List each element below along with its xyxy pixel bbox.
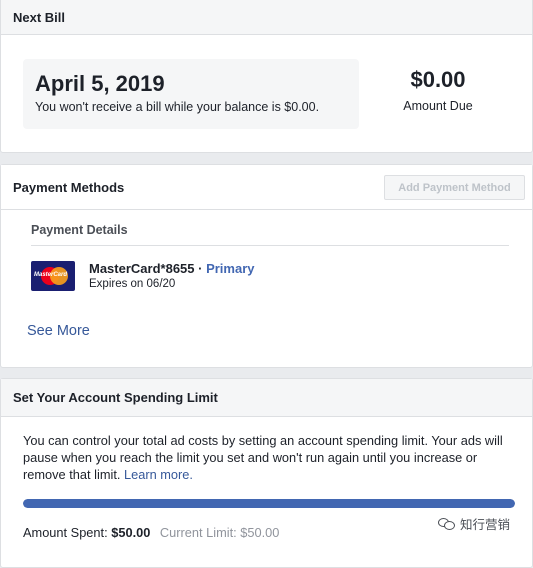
spending-limit-description: You can control your total ad costs by s… <box>23 432 513 483</box>
next-bill-card: Next Bill April 5, 2019 You won't receiv… <box>0 0 533 153</box>
card-name: MasterCard*8655 <box>89 261 195 276</box>
spending-progress-fill <box>23 499 515 508</box>
learn-more-link[interactable]: Learn more. <box>124 467 193 482</box>
payment-methods-card: Payment Methods Add Payment Method Payme… <box>0 164 533 368</box>
bill-note: You won't receive a bill while your bala… <box>35 100 320 114</box>
amount-spent-line: Amount Spent: $50.00 Current Limit: $50.… <box>23 525 279 540</box>
payment-details-title: Payment Details <box>31 223 128 237</box>
card-expiry: Expires on 06/20 <box>89 278 176 290</box>
next-bill-title: Next Bill <box>1 0 532 35</box>
mastercard-logo-text: MasterCard <box>34 272 68 278</box>
divider <box>31 245 509 246</box>
see-more-link[interactable]: See More <box>27 323 90 339</box>
bill-date: April 5, 2019 <box>35 71 165 96</box>
primary-badge: Primary <box>206 261 255 276</box>
watermark: 知行营销 <box>438 514 510 533</box>
spending-limit-card: Set Your Account Spending Limit You can … <box>0 378 533 568</box>
watermark-text: 知行营销 <box>460 517 511 532</box>
card-separator: · <box>194 261 207 276</box>
card-name-line: MasterCard*8655 · Primary <box>89 261 255 276</box>
current-limit: Current Limit: $50.00 <box>159 525 280 540</box>
description-text: You can control your total ad costs by s… <box>23 433 503 482</box>
amount-spent-label: Amount Spent: <box>23 525 108 540</box>
add-payment-method-button[interactable]: Add Payment Method <box>384 175 525 200</box>
amount-spent-value: $50.00 <box>111 525 151 540</box>
bill-date-box: April 5, 2019 You won't receive a bill w… <box>23 59 359 129</box>
amount-due-label: Amount Due <box>403 99 473 113</box>
amount-due-value: $0.00 <box>410 67 466 92</box>
spending-progress-bar <box>23 499 515 508</box>
spending-limit-title: Set Your Account Spending Limit <box>1 379 532 417</box>
wechat-icon <box>438 517 456 531</box>
mastercard-icon: MasterCard <box>31 261 75 291</box>
